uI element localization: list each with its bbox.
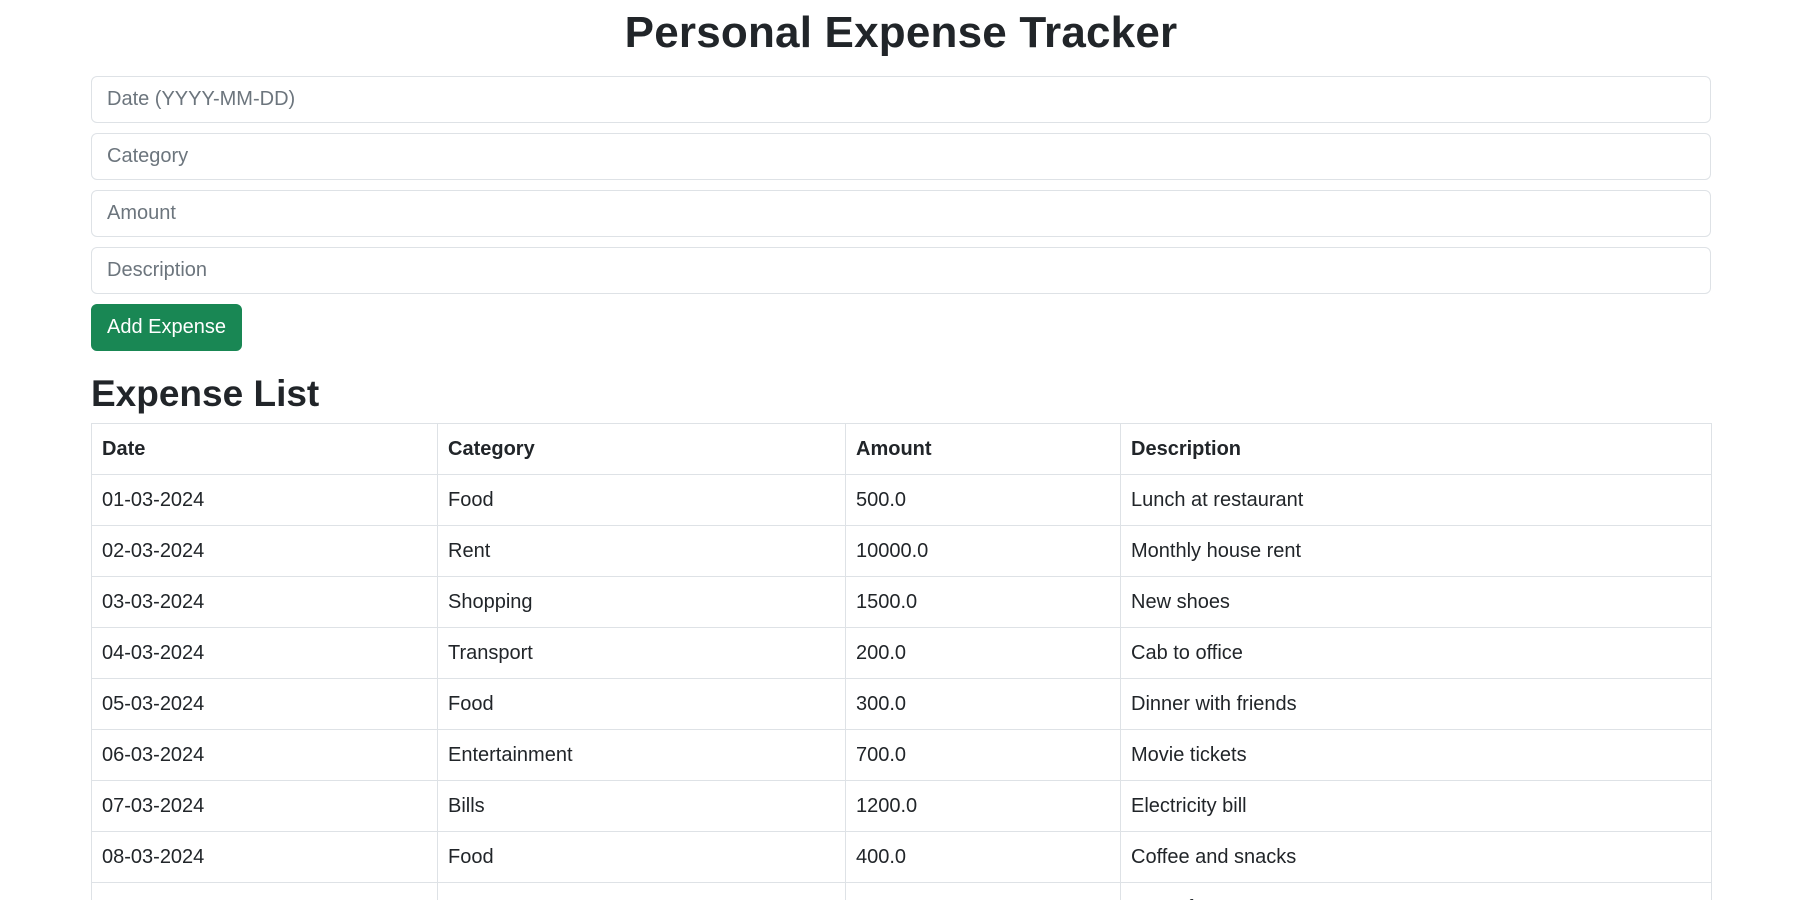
table-row: 02-03-2024 Rent 10000.0 Monthly house re… [91,525,1712,577]
page-title: Personal Expense Tracker [624,8,1178,57]
cell-amount: 10000.0 [845,525,1121,577]
table-row: 04-03-2024 Transport 200.0 Cab to office [91,627,1712,679]
amount-input[interactable] [91,190,1711,237]
header-date: Date [91,423,438,475]
cell-description: Lunch at restaurant [1120,474,1712,526]
cell-category: Food [437,831,846,883]
cell-amount: 700.0 [845,729,1121,781]
cell-category: Transport [437,627,846,679]
cell-amount: 150.0 [845,882,1121,900]
cell-description: Electricity bill [1120,780,1712,832]
cell-category: Food [437,474,846,526]
cell-description: Monthly house rent [1120,525,1712,577]
header-row: Date Category Amount Description [91,423,1712,475]
cell-description: New shoes [1120,576,1712,628]
cell-description: Cab to office [1120,627,1712,679]
cell-amount: 200.0 [845,627,1121,679]
expense-list-title: Expense List [91,373,320,414]
table-row: 05-03-2024 Food 300.0 Dinner with friend… [91,678,1712,730]
header-amount: Amount [845,423,1121,475]
category-input[interactable] [91,133,1711,180]
cell-date: 03-03-2024 [91,576,438,628]
table-row: 01-03-2024 Food 500.0 Lunch at restauran… [91,474,1712,526]
table-row: 03-03-2024 Shopping 1500.0 New shoes [91,576,1712,628]
cell-date: 01-03-2024 [91,474,438,526]
cell-amount: 500.0 [845,474,1121,526]
main-container: Personal Expense Tracker Add Expense Exp… [91,0,1712,900]
expense-table-body: 01-03-2024 Food 500.0 Lunch at restauran… [91,474,1712,900]
cell-category: Food [437,678,846,730]
cell-description: Coffee and snacks [1120,831,1712,883]
cell-date: 06-03-2024 [91,729,438,781]
cell-date: 09-03-2024 [91,882,438,900]
expense-tracker-page: Personal Expense Tracker Add Expense Exp… [0,0,1798,900]
cell-date: 07-03-2024 [91,780,438,832]
cell-description: Metro fare [1120,882,1712,900]
cell-category: Entertainment [437,729,846,781]
cell-date: 08-03-2024 [91,831,438,883]
table-row: 09-03-2024 Transport 150.0 Metro fare [91,882,1712,900]
expense-table: Date Category Amount Description 01-03-2… [91,423,1712,900]
cell-category: Shopping [437,576,846,628]
expense-table-header: Date Category Amount Description [91,423,1712,475]
cell-amount: 1200.0 [845,780,1121,832]
cell-description: Movie tickets [1120,729,1712,781]
cell-date: 04-03-2024 [91,627,438,679]
date-input[interactable] [91,76,1711,123]
cell-date: 05-03-2024 [91,678,438,730]
table-row: 08-03-2024 Food 400.0 Coffee and snacks [91,831,1712,883]
header-category: Category [437,423,846,475]
add-expense-button[interactable]: Add Expense [91,304,242,351]
table-row: 07-03-2024 Bills 1200.0 Electricity bill [91,780,1712,832]
cell-category: Rent [437,525,846,577]
cell-description: Dinner with friends [1120,678,1712,730]
cell-amount: 300.0 [845,678,1121,730]
add-expense-form: Add Expense [91,76,1711,351]
description-input[interactable] [91,247,1711,294]
cell-category: Transport [437,882,846,900]
table-row: 06-03-2024 Entertainment 700.0 Movie tic… [91,729,1712,781]
cell-date: 02-03-2024 [91,525,438,577]
cell-amount: 400.0 [845,831,1121,883]
header-description: Description [1120,423,1712,475]
cell-amount: 1500.0 [845,576,1121,628]
cell-category: Bills [437,780,846,832]
